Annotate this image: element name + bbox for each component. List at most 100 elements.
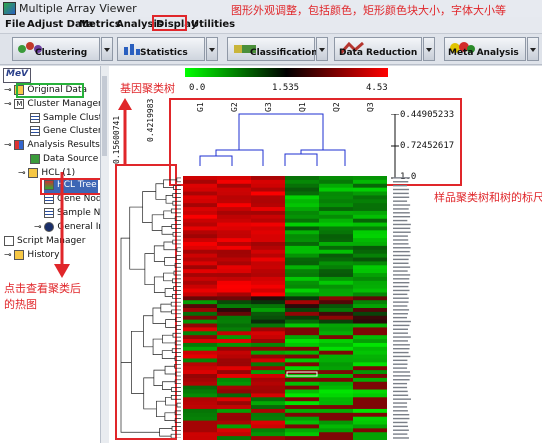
tree-scrollbar[interactable] [100,66,109,443]
statistics-label: Statistics [140,48,188,58]
sample-scale-top: 0.44905233 [400,110,455,120]
tree-item-gene-clusters[interactable]: Gene Clusters [30,126,106,139]
heatmap-cell [183,234,217,239]
heatmap-cell [285,385,319,390]
click-view-annotation: 点击查看聚类后 [4,282,81,295]
heatmap-cell [319,408,353,414]
menu-utilities[interactable]: Utilities [191,19,235,30]
heatmap-cell [319,389,353,394]
clustering-button[interactable]: Clustering [12,37,100,61]
heatmap-cell [251,389,285,394]
gene-label-tick [393,192,409,195]
heatmap-cell [319,342,353,348]
heatmap-cell [353,242,387,247]
heatmap-cell [217,331,251,336]
heatmap-cell [217,420,251,425]
heatmap-cell [353,315,387,321]
statistics-button[interactable]: Statistics [117,37,205,61]
classification-button[interactable]: Classification [227,37,318,61]
heatmap-cell [183,179,217,185]
tree-item-sample-cluster[interactable]: Sample Cluster [30,113,108,126]
heatmap-cell [319,420,353,425]
heatmap-cell [319,308,353,313]
gene-label-tick [393,324,410,327]
heatmap-cell [319,288,353,293]
heatmap-cell [319,249,353,255]
heatmap-cell [353,342,387,348]
menu-metrics[interactable]: Metrics [79,19,121,30]
heatmap-cell [353,304,387,309]
heatmap-cell [285,381,319,387]
history-folder-icon [14,250,25,260]
statistics-dropdown[interactable] [206,37,218,61]
sample-scale-mid: 0.72452617 [400,141,455,151]
heatmap-cell [353,385,387,390]
heatmap-cell [319,350,353,355]
tree-item-cluster-manager[interactable]: ⊸ M Cluster Manager [4,99,102,112]
gene-label-tick [393,316,408,319]
heatmap-cell [319,405,353,410]
heatmap-cell [183,331,217,336]
heatmap-cell [217,257,251,262]
heatmap-cell [285,327,319,332]
menu-file[interactable]: File [5,19,25,30]
heatmap-cell [285,346,319,352]
heatmap-cell [217,300,251,305]
heatmap-cell [353,176,387,181]
heatmap-cell [183,354,217,359]
display-highlight-box [152,15,187,31]
heatmap-cell [319,226,353,231]
tree-item-analysis-results[interactable]: ⊸ Analysis Results [4,140,100,153]
heatmap-cell [319,432,353,437]
heatmap-cell [353,179,387,185]
heatmap-cell [319,354,353,359]
heatmap-cell [183,249,217,255]
heatmap-cell [353,308,387,313]
heatmap[interactable] [183,176,389,440]
heatmap-cell [183,327,217,332]
heatmap-cell [285,401,319,406]
heatmap-cell [183,257,217,262]
heatmap-cell [251,269,285,274]
heatmap-cell [285,377,319,383]
heatmap-cell [217,358,251,363]
heatmap-cell [217,385,251,390]
heatmap-cell [251,203,285,208]
heatmap-cell [217,288,251,293]
clustering-dropdown[interactable] [101,37,113,61]
heatmap-cell [285,405,319,410]
heatmap-cell [183,408,217,414]
heatmap-cell [319,393,353,398]
data-reduction-button[interactable]: Data Reduction [334,37,422,61]
heatmap-cell [251,183,285,189]
data-reduction-dropdown[interactable] [423,37,435,61]
gene-label-tick [393,359,408,362]
heatmap-cell [217,226,251,231]
heatmap-cell [319,280,353,286]
gene-label-tick [393,390,408,393]
meta-analysis-dropdown[interactable] [527,37,539,61]
heatmap-cell [217,432,251,437]
heatmap-cell [251,358,285,363]
gene-label-tick [393,293,408,296]
heatmap-cell [285,397,319,402]
heatmap-cell [183,416,217,421]
heatmap-cell [285,284,319,289]
heatmap-cell [217,323,251,328]
tree-item-data-source[interactable]: Data Source Se [30,154,108,167]
tree-root[interactable]: MeV [3,68,32,83]
heatmap-cell [251,222,285,227]
meta-analysis-button[interactable]: Meta Analysis [444,37,526,61]
gene-label-tick [393,417,410,420]
heatmap-cell [251,296,285,301]
heatmap-cell [217,428,251,433]
gene-labels [393,177,411,439]
heatmap-cell [285,436,319,440]
heatmap-cell [353,350,387,355]
expand-icon[interactable]: ⊸ [4,86,12,96]
classification-dropdown[interactable] [316,37,328,61]
heatmap-cell [353,354,387,359]
heatmap-cell [285,308,319,313]
gene-label-tick [393,398,411,400]
heatmap-cell [217,203,251,208]
